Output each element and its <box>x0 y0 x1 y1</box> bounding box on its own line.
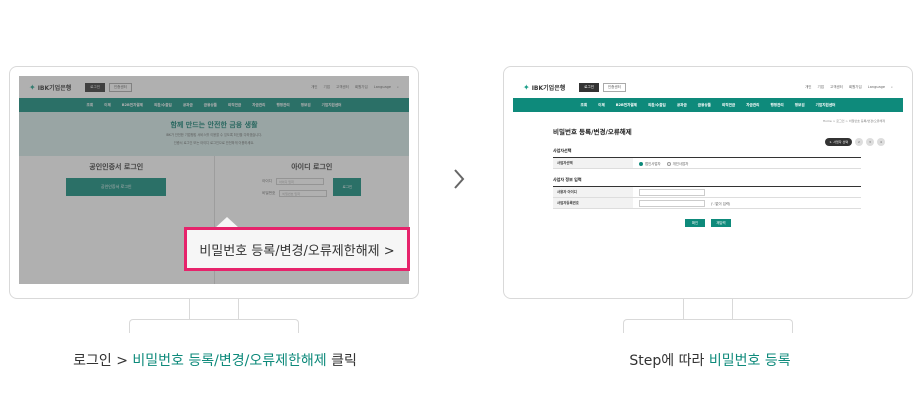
row-value: ('-'없이 입력) <box>633 199 731 207</box>
nav-item[interactable]: 행정관리 <box>770 103 783 108</box>
left-monitor: ✦ IBK기업은행 로그인 인증센터 개인 기업 고객센터 회원가입 Langua… <box>9 66 419 299</box>
step-item: 4 <box>877 138 885 146</box>
section-title: 사업자 정보 입력 <box>553 177 582 182</box>
business-type-table: 사업자선택 법인사업자 개인사업자 <box>553 157 861 169</box>
caption-highlight: 비밀번호 등록/변경/오류제한해제 <box>132 353 327 369</box>
top-link[interactable]: 회원가입 <box>849 85 862 90</box>
section-title: 사업자선택 <box>553 148 572 153</box>
nav-item[interactable]: 기업지원센터 <box>816 103 836 108</box>
logo-star-icon: ✦ <box>523 82 530 92</box>
monitor-base <box>623 319 793 333</box>
top-link[interactable]: 기업 <box>818 85 824 90</box>
business-info-section: 사업자 정보 입력 사용자 아이디 사업자등록번호 ('-'없이 입력) <box>553 177 861 209</box>
step-item: 2 <box>855 138 863 146</box>
nav-item[interactable]: 정보검 <box>795 103 805 108</box>
radio-individual[interactable]: 개인사업자 <box>666 161 688 166</box>
site-header: ✦ IBK기업은행 로그인 인증센터 개인 기업 고객센터 회원가입 Langua… <box>513 76 903 98</box>
caption-text: 로그인 > <box>73 353 133 369</box>
user-id-input[interactable] <box>639 188 705 196</box>
main-nav: 조회 이체 B2B전자결제 외환/수출입 공과금 금융상품 퇴직연금 자금관리 … <box>513 98 903 112</box>
nav-item[interactable]: 퇴직연금 <box>722 103 735 108</box>
business-type-section: 사업자선택 사업자선택 법인사업자 개인사업자 <box>553 148 861 169</box>
radio-corporate[interactable]: 법인사업자 <box>639 161 661 166</box>
nav-item[interactable]: 조회 <box>581 103 588 108</box>
login-button[interactable]: 로그인 <box>579 82 599 92</box>
biz-number-input[interactable] <box>639 199 705 207</box>
table-row: 사업자등록번호 ('-'없이 입력) <box>553 198 861 209</box>
step-current: 1. 사업자 선택 <box>825 138 852 146</box>
nav-item[interactable]: 외환/수출입 <box>648 103 666 108</box>
step-indicator: 1. 사업자 선택 2 3 4 <box>825 138 885 146</box>
step-item: 3 <box>866 138 874 146</box>
right-caption: Step에 따라 비밀번호 등록 <box>520 350 900 370</box>
confirm-button[interactable]: 확인 <box>685 219 705 227</box>
top-link[interactable]: 고객센터 <box>830 85 843 90</box>
right-screen: ✦ IBK기업은행 로그인 인증센터 개인 기업 고객센터 회원가입 Langua… <box>513 76 903 284</box>
nav-item[interactable]: 금융상품 <box>698 103 711 108</box>
nav-item[interactable]: 이체 <box>598 103 605 108</box>
row-label: 사업자선택 <box>553 158 633 168</box>
monitor-neck <box>683 299 733 319</box>
search-icon[interactable]: ⌕ <box>891 85 893 89</box>
row-label: 사용자 아이디 <box>553 187 633 197</box>
top-link[interactable]: Language <box>868 85 885 89</box>
chevron-right-icon <box>454 169 465 189</box>
caption-text: Step에 따라 <box>629 353 709 369</box>
monitor-base <box>129 319 299 333</box>
business-info-table: 사용자 아이디 사업자등록번호 ('-'없이 입력) <box>553 186 861 209</box>
form-buttons: 확인 재입력 <box>513 219 903 227</box>
table-row: 사업자선택 법인사업자 개인사업자 <box>553 158 861 169</box>
row-label: 사업자등록번호 <box>553 198 633 208</box>
password-reset-link-callout[interactable]: 비밀번호 등록/변경/오류제한해제 > <box>184 227 410 271</box>
nav-item[interactable]: 자금관리 <box>746 103 759 108</box>
nav-item[interactable]: B2B전자결제 <box>616 103 637 108</box>
bank-logo[interactable]: ✦ IBK기업은행 <box>523 83 565 92</box>
monitor-neck <box>189 299 239 319</box>
page-title: 비밀번호 등록/변경/오류해제 <box>553 128 632 136</box>
logo-text: IBK기업은행 <box>531 84 566 92</box>
caption-highlight: 비밀번호 등록 <box>708 353 791 369</box>
right-monitor: ✦ IBK기업은행 로그인 인증센터 개인 기업 고객센터 회원가입 Langua… <box>503 66 913 299</box>
breadcrumb: Home > 로그인 > 비밀번호 등록/변경/오류해제 <box>822 119 885 123</box>
reset-button[interactable]: 재입력 <box>711 219 731 227</box>
nav-item[interactable]: 공과금 <box>677 103 687 108</box>
row-value <box>633 188 705 196</box>
top-links: 개인 기업 고객센터 회원가입 Language ⌕ <box>805 85 893 90</box>
top-link[interactable]: 개인 <box>805 85 811 90</box>
radio-group: 법인사업자 개인사업자 <box>633 161 688 166</box>
cert-center-button[interactable]: 인증센터 <box>602 82 626 92</box>
left-caption: 로그인 > 비밀번호 등록/변경/오류제한해제 클릭 <box>30 350 400 370</box>
table-row: 사용자 아이디 <box>553 187 861 198</box>
caption-text: 클릭 <box>326 353 357 369</box>
input-hint: ('-'없이 입력) <box>711 201 731 206</box>
